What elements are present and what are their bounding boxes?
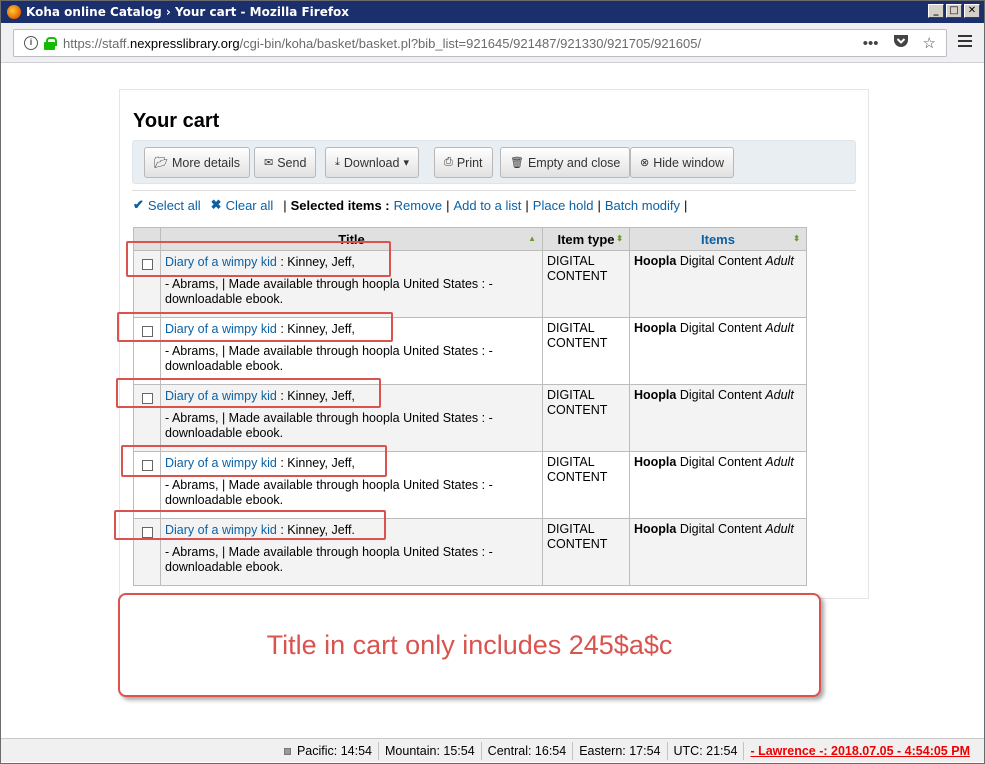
download-icon: ⤓ [335,156,340,168]
page-actions-icon[interactable]: ••• [863,35,879,52]
timezone-utc: UTC: 21:54 [666,741,744,760]
send-button[interactable]: ✉ Send [254,147,317,178]
item-type-cell: DIGITAL CONTENT [542,317,630,385]
title-bar: Koha online Catalog › Your cart - Mozill… [1,1,984,23]
annotation-callout: Title in cart only includes 245$a$c [118,593,821,697]
selected-items-label: Selected items : [290,197,390,213]
record-description: - Abrams, | Made available through hoopl… [165,545,493,574]
caret-down-icon: ▾ [403,157,409,169]
highlight-box [117,312,393,342]
highlight-box [121,445,387,477]
url-domain: nexpresslibrary.org [129,35,240,51]
add-to-list-link[interactable]: Add to a list [453,198,521,213]
item-type-cell: DIGITAL CONTENT [542,451,630,519]
trash-icon: 🗑︎ [510,157,524,169]
sort-icon: ⬍ [793,234,800,243]
minimize-button[interactable]: _ [928,4,944,18]
maximize-button[interactable]: □ [946,4,962,18]
folder-open-icon: 📂︎ [154,157,168,169]
highlight-box [126,241,391,277]
window-title: Koha online Catalog › Your cart - Mozill… [26,5,350,19]
navigation-bar: i https://staff. nexpresslibrary.org/cgi-… [1,23,984,63]
timezone-central: Central: 16:54 [480,741,573,760]
highlight-box [114,510,386,540]
selection-bar: ✔ Select all ✖ Clear all | Selected item… [133,197,688,213]
print-button[interactable]: ⎙ Print [434,147,493,178]
record-description: - Abrams, | Made available through hoopl… [165,344,493,373]
close-button[interactable]: ✕ [964,4,980,18]
local-clock[interactable]: - Lawrence -: 2018.07.05 - 4:54:05 PM [743,741,976,760]
empty-and-close-button[interactable]: 🗑︎ Empty and close [500,147,631,178]
item-type-cell: DIGITAL CONTENT [542,384,630,452]
menu-icon[interactable] [958,35,972,47]
place-hold-link[interactable]: Place hold [533,198,594,213]
url-path: /cgi-bin/koha/basket/basket.pl?bib_list=… [239,35,702,51]
item-type-cell: DIGITAL CONTENT [542,250,630,318]
highlight-box [116,378,381,408]
clear-all-link[interactable]: Clear all [226,198,274,213]
window-controls: _ □ ✕ [928,4,980,18]
hide-window-button[interactable]: ⊗ Hide window [630,147,735,178]
timezone-pacific: Pacific: 14:54 [278,742,378,760]
sort-asc-icon: ▲ [528,234,536,243]
status-indicator-icon [283,747,291,755]
url-field[interactable]: i https://staff. nexpresslibrary.org/cgi-… [13,29,947,57]
check-icon: ✔ [133,197,144,212]
lock-icon [44,37,57,50]
items-cell: Hoopla Digital Content Adult [629,250,807,318]
close-circle-icon: ⊗ [640,157,650,169]
x-icon: ✖ [210,197,222,212]
item-type-cell: DIGITAL CONTENT [542,518,630,586]
divider [132,190,856,191]
items-cell: Hoopla Digital Content Adult [629,317,807,385]
browser-window: Koha online Catalog › Your cart - Mozill… [0,0,985,764]
status-bar: Pacific: 14:54 Mountain: 15:54 Central: … [1,738,984,762]
items-cell: Hoopla Digital Content Adult [629,451,807,519]
item-type-column-header[interactable]: Item type ⬍ [542,227,630,251]
page-title: Your cart [133,110,220,132]
batch-modify-link[interactable]: Batch modify [605,198,680,213]
pocket-icon[interactable] [893,34,909,52]
url-actions: ••• ☆ [863,34,936,53]
timezone-eastern: Eastern: 17:54 [572,741,666,760]
callout-text: Title in cart only includes 245$a$c [266,629,673,660]
select-all-link[interactable]: Select all [148,198,201,213]
bookmark-star-icon[interactable]: ☆ [923,34,936,52]
download-button[interactable]: ⤓ Download ▾ [325,147,419,178]
record-description: - Abrams, | Made available through hoopl… [165,411,493,440]
record-description: - Abrams, | Made available through hoopl… [165,478,493,507]
printer-icon: ⎙ [444,156,453,168]
record-description: - Abrams, | Made available through hoopl… [165,277,493,306]
remove-link[interactable]: Remove [394,198,442,213]
url-prefix: https://staff. [63,35,130,51]
items-cell: Hoopla Digital Content Adult [629,518,807,586]
sort-icon: ⬍ [616,234,623,243]
firefox-icon [7,5,21,19]
cart-toolbar: 📂︎ More details ✉ Send ⤓ Download ▾ ⎙ Pr… [132,140,856,184]
items-cell: Hoopla Digital Content Adult [629,384,807,452]
items-column-header[interactable]: Items ⬍ [629,227,807,251]
timezone-mountain: Mountain: 15:54 [378,741,481,760]
info-icon[interactable]: i [24,36,38,50]
more-details-button[interactable]: 📂︎ More details [144,147,251,178]
envelope-icon: ✉ [264,157,274,169]
